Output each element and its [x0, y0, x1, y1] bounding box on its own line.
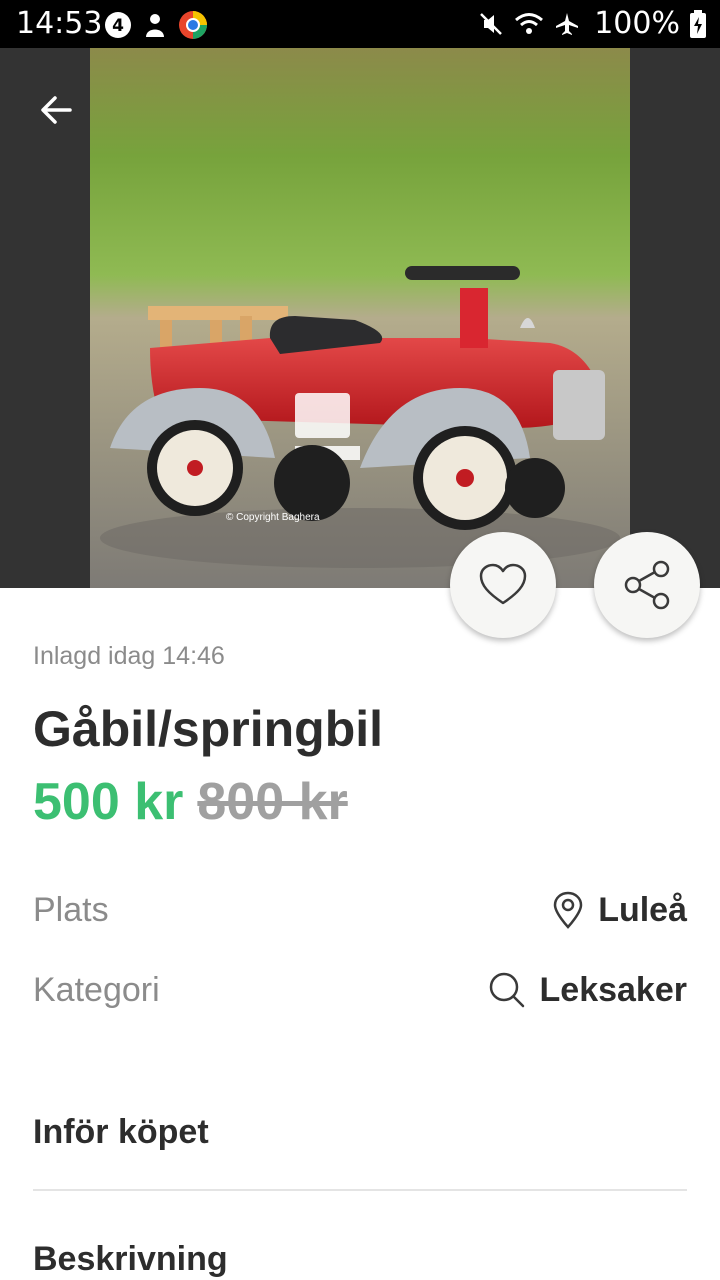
location-pin-icon: [553, 891, 583, 929]
battery-charging-icon: [690, 9, 706, 38]
listing-photo[interactable]: © Copyright Baghera: [90, 48, 630, 588]
listing-title: Gåbil/springbil: [33, 701, 384, 757]
favorite-button[interactable]: [450, 532, 556, 638]
listing-image-viewer[interactable]: © Copyright Baghera: [0, 48, 720, 588]
notification-4-icon: 4: [105, 12, 131, 38]
arrow-left-icon: [41, 96, 72, 124]
system-status: 100%: [478, 6, 706, 41]
status-bar: 14:53 4 100%: [0, 0, 720, 48]
app-notification-icon: [146, 14, 164, 37]
wifi-icon: [515, 12, 544, 34]
before-purchase-section[interactable]: Inför köpet: [33, 1113, 209, 1152]
location-value: Luleå: [598, 890, 687, 929]
location-row[interactable]: Plats Luleå: [33, 880, 687, 940]
posted-timestamp: Inlagd idag 14:46: [33, 642, 225, 670]
description-section[interactable]: Beskrivning: [33, 1240, 228, 1279]
airplane-mode-icon: [556, 12, 579, 35]
current-price: 500 kr: [33, 773, 184, 831]
share-button[interactable]: [594, 532, 700, 638]
location-label: Plats: [33, 890, 109, 929]
status-time: 14:53: [16, 6, 103, 41]
category-value: Leksaker: [539, 970, 687, 1009]
category-label: Kategori: [33, 970, 160, 1009]
search-icon: [489, 972, 524, 1008]
share-icon: [624, 560, 670, 610]
category-row[interactable]: Kategori Leksaker: [33, 960, 687, 1020]
browser-notification-icon: [179, 11, 207, 39]
notification-icons: 4: [104, 10, 208, 40]
mute-icon: [480, 12, 503, 35]
image-watermark: © Copyright Baghera: [226, 512, 320, 523]
heart-icon: [479, 563, 527, 605]
battery-percent: 100%: [594, 6, 680, 41]
back-button[interactable]: [32, 86, 80, 134]
section-divider: [33, 1189, 687, 1191]
original-price: 800 kr: [197, 773, 348, 831]
price-row: 500 kr 800 kr: [33, 772, 348, 832]
svg-text:4: 4: [112, 16, 124, 36]
